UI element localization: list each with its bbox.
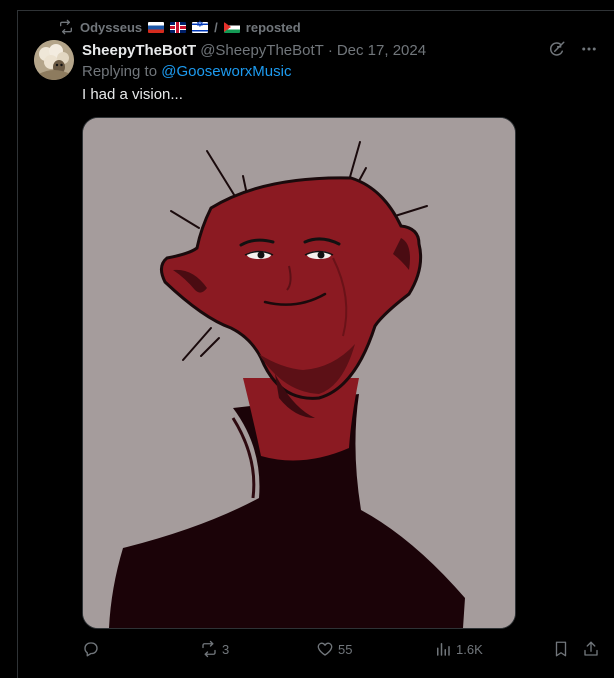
repost-context: Odysseus / reposted xyxy=(58,18,301,36)
palestine-flag-icon xyxy=(223,21,240,33)
views-icon xyxy=(437,643,450,656)
share-button[interactable] xyxy=(582,640,600,658)
more-options-icon[interactable] xyxy=(580,40,598,58)
repost-icon xyxy=(60,19,72,35)
display-name[interactable]: SheepyTheBotT xyxy=(82,42,196,59)
reply-icon xyxy=(84,642,98,657)
heart-icon xyxy=(317,642,333,656)
replying-to-label: Replying to xyxy=(82,63,158,80)
post-top-actions xyxy=(548,40,598,58)
user-handle[interactable]: @SheepyTheBotT xyxy=(200,42,324,59)
grok-icon[interactable] xyxy=(548,40,566,58)
uk-flag-icon xyxy=(170,21,187,33)
like-count: 55 xyxy=(338,641,353,657)
share-icon xyxy=(584,641,598,656)
repost-action-icon xyxy=(202,640,216,658)
reposter-name[interactable]: Odysseus xyxy=(80,20,142,35)
flag-separator: / xyxy=(214,19,218,35)
post-text: I had a vision... xyxy=(82,86,183,103)
post-date[interactable]: Dec 17, 2024 xyxy=(337,42,426,59)
repost-count: 3 xyxy=(222,641,230,657)
bookmark-button[interactable] xyxy=(552,640,570,658)
header-separator: · xyxy=(327,41,333,59)
sheep-avatar-icon xyxy=(34,40,74,80)
views-count: 1.6K xyxy=(456,641,483,657)
israel-flag-icon xyxy=(192,19,209,33)
bookmark-icon xyxy=(555,641,567,657)
like-button[interactable]: 55 xyxy=(316,640,352,658)
avatar[interactable] xyxy=(34,40,74,80)
post-header: SheepyTheBotT @SheepyTheBotT · Dec 17, 2… xyxy=(82,40,426,60)
replying-to: Replying to @GooseworxMusic xyxy=(82,63,291,80)
media-image[interactable] xyxy=(82,117,516,629)
russia-flag-icon xyxy=(148,21,165,33)
post-actions-bar: 3 55 1.6K xyxy=(82,640,602,662)
reposted-label: reposted xyxy=(245,19,301,35)
repost-button[interactable]: 3 xyxy=(200,640,229,658)
views-button[interactable]: 1.6K xyxy=(434,640,483,658)
reply-button[interactable] xyxy=(82,640,104,658)
red-figure-artwork xyxy=(83,118,515,628)
reply-mention-link[interactable]: @GooseworxMusic xyxy=(161,63,291,80)
